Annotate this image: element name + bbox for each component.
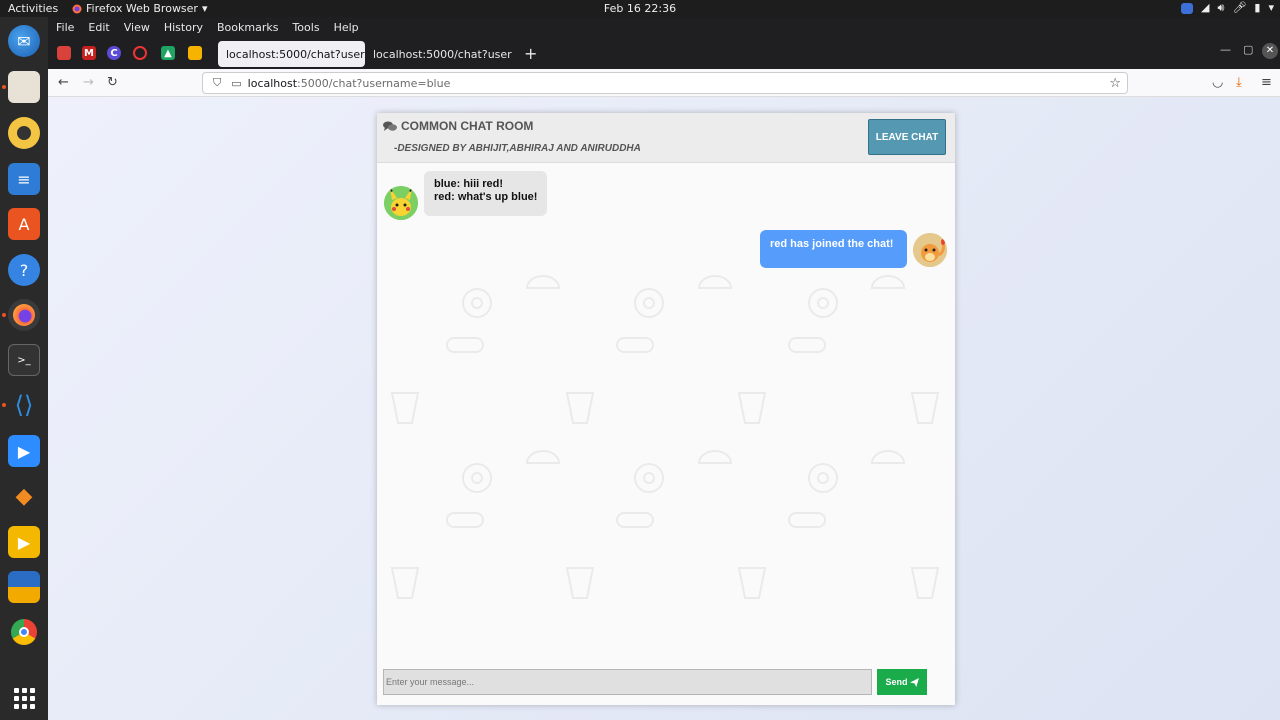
hamburger-menu-icon[interactable]: ≡ [1261, 75, 1272, 90]
rhythmbox-icon[interactable] [8, 117, 40, 149]
maximize-button[interactable]: ▢ [1243, 43, 1253, 56]
pinned-tab-icon[interactable] [133, 46, 147, 60]
message-composer: Send [377, 663, 955, 705]
clock[interactable]: Feb 16 22:36 [0, 2, 1280, 15]
avatar-blue [384, 186, 418, 220]
show-apps-icon[interactable] [8, 682, 40, 714]
message-text: red has joined the chat! [770, 238, 894, 250]
zoom-icon[interactable]: ▶ [8, 435, 40, 467]
vscode-icon[interactable]: ⟨⟩ [8, 389, 40, 421]
volume-icon: 🔊︎ [1217, 1, 1225, 14]
writer-icon[interactable]: ≡ [8, 163, 40, 195]
message-input[interactable] [383, 669, 872, 695]
pinned-tab-icon[interactable]: C [107, 46, 121, 60]
running-indicator [2, 403, 6, 407]
tab-chat-blue[interactable]: localhost:5000/chat?usernar ✕ [218, 41, 365, 67]
close-window-button[interactable]: ✕ [1262, 43, 1278, 59]
software-center-icon[interactable]: A [8, 208, 40, 240]
firefox-icon[interactable] [8, 299, 40, 331]
wifi-icon: ◢ [1201, 1, 1210, 14]
tab-label: localhost:5000/chat?usernar [373, 47, 512, 61]
screen-share-icon[interactable] [1181, 2, 1194, 14]
credits-line: -DESIGNED BY ABHIJIT,ABHIRAJ AND ANIRUDD… [394, 143, 641, 154]
url-bar[interactable]: ⛉ ▭ localhost:5000/chat?username=blue ☆ [202, 72, 1128, 94]
page-icon[interactable]: ▭ [231, 77, 241, 90]
chrome-icon[interactable] [8, 616, 40, 648]
message-list: blue: hiii red! red: what's up blue! red… [377, 163, 955, 663]
avatar-red [913, 233, 947, 267]
send-button[interactable]: Send [877, 669, 927, 695]
tab-label: localhost:5000/chat?usernar [226, 47, 365, 61]
back-button[interactable]: ← [58, 75, 69, 90]
media-player-icon[interactable]: ▶ [8, 526, 40, 558]
menu-view[interactable]: View [124, 21, 150, 34]
comments-icon [383, 121, 397, 131]
running-indicator [2, 313, 6, 317]
files-icon[interactable] [8, 71, 40, 103]
menu-help[interactable]: Help [334, 21, 359, 34]
reload-button[interactable]: ↻ [107, 75, 118, 90]
gmail-icon[interactable]: M [82, 46, 96, 60]
terminal-icon[interactable]: >_ [8, 344, 40, 376]
room-title: COMMON CHAT ROOM [383, 119, 533, 133]
page-viewport: COMMON CHAT ROOM -DESIGNED BY ABHIJIT,AB… [48, 97, 1280, 720]
menu-tools[interactable]: Tools [292, 21, 319, 34]
room-title-text: COMMON CHAT ROOM [401, 119, 534, 133]
send-label: Send [885, 677, 908, 687]
menu-bookmarks[interactable]: Bookmarks [217, 21, 278, 34]
pikachu-avatar-icon [384, 186, 418, 220]
url-host: localhost [247, 76, 298, 90]
menu-edit[interactable]: Edit [88, 21, 109, 34]
charmander-avatar-icon [913, 233, 947, 267]
shield-icon[interactable]: ⛉ [213, 76, 221, 90]
pinned-tab-icon[interactable] [188, 46, 202, 60]
tab-strip: M C ▲ localhost:5000/chat?usernar ✕ loca… [48, 37, 1280, 69]
message-line: blue: hiii red! [434, 178, 504, 190]
thunderbird-icon[interactable]: ✉ [8, 25, 40, 57]
message-bubble-incoming: blue: hiii red! red: what's up blue! [424, 171, 548, 216]
running-indicator [2, 85, 6, 89]
battery-icon: ▮ [1254, 1, 1261, 14]
forward-button[interactable]: → [83, 75, 94, 90]
navigation-bar: ← → ↻ ⛉ ▭ localhost:5000/chat?username=b… [48, 69, 1280, 97]
sublime-icon[interactable]: ◆ [8, 480, 40, 512]
firefox-window: File Edit View History Bookmarks Tools H… [48, 17, 1280, 720]
leave-chat-button[interactable]: LEAVE CHAT [868, 119, 946, 155]
menu-history[interactable]: History [164, 21, 203, 34]
message-bubble-outgoing: red has joined the chat! [760, 230, 907, 268]
minimize-button[interactable]: — [1220, 43, 1231, 56]
chat-header: COMMON CHAT ROOM -DESIGNED BY ABHIJIT,AB… [377, 113, 955, 163]
paper-plane-icon [909, 677, 919, 687]
pinned-tab-icon[interactable] [57, 46, 71, 60]
menu-bar: File Edit View History Bookmarks Tools H… [48, 17, 1280, 37]
message-line: red: what's up blue! [434, 191, 538, 203]
workspace-icon[interactable] [8, 571, 40, 603]
system-top-bar: Activities Firefox Web Browser ▾ Feb 16 … [0, 0, 1280, 17]
pocket-icon[interactable]: ◡ [1212, 75, 1223, 90]
chat-container: COMMON CHAT ROOM -DESIGNED BY ABHIJIT,AB… [377, 113, 955, 705]
caret-down-icon: ▾ [1268, 1, 1274, 14]
microphone-icon: 🎤︎ [1232, 1, 1247, 14]
downloads-icon[interactable]: ⤓ [1236, 75, 1242, 90]
menu-file[interactable]: File [56, 21, 74, 34]
system-tray[interactable]: ◢ 🔊︎ 🎤︎ ▮ ▾ [1181, 1, 1274, 15]
help-icon[interactable]: ? [8, 254, 40, 286]
dock: ✉ ≡ A ? >_ ⟨⟩ ▶ ◆ ▶ [0, 17, 48, 720]
bookmark-star-icon[interactable]: ☆ [1109, 76, 1121, 91]
new-tab-button[interactable]: + [524, 44, 537, 63]
tab-chat-red[interactable]: localhost:5000/chat?usernar ✕ [365, 41, 512, 67]
url-path: :5000/chat?username=blue [297, 76, 451, 90]
drive-icon[interactable]: ▲ [161, 46, 175, 60]
